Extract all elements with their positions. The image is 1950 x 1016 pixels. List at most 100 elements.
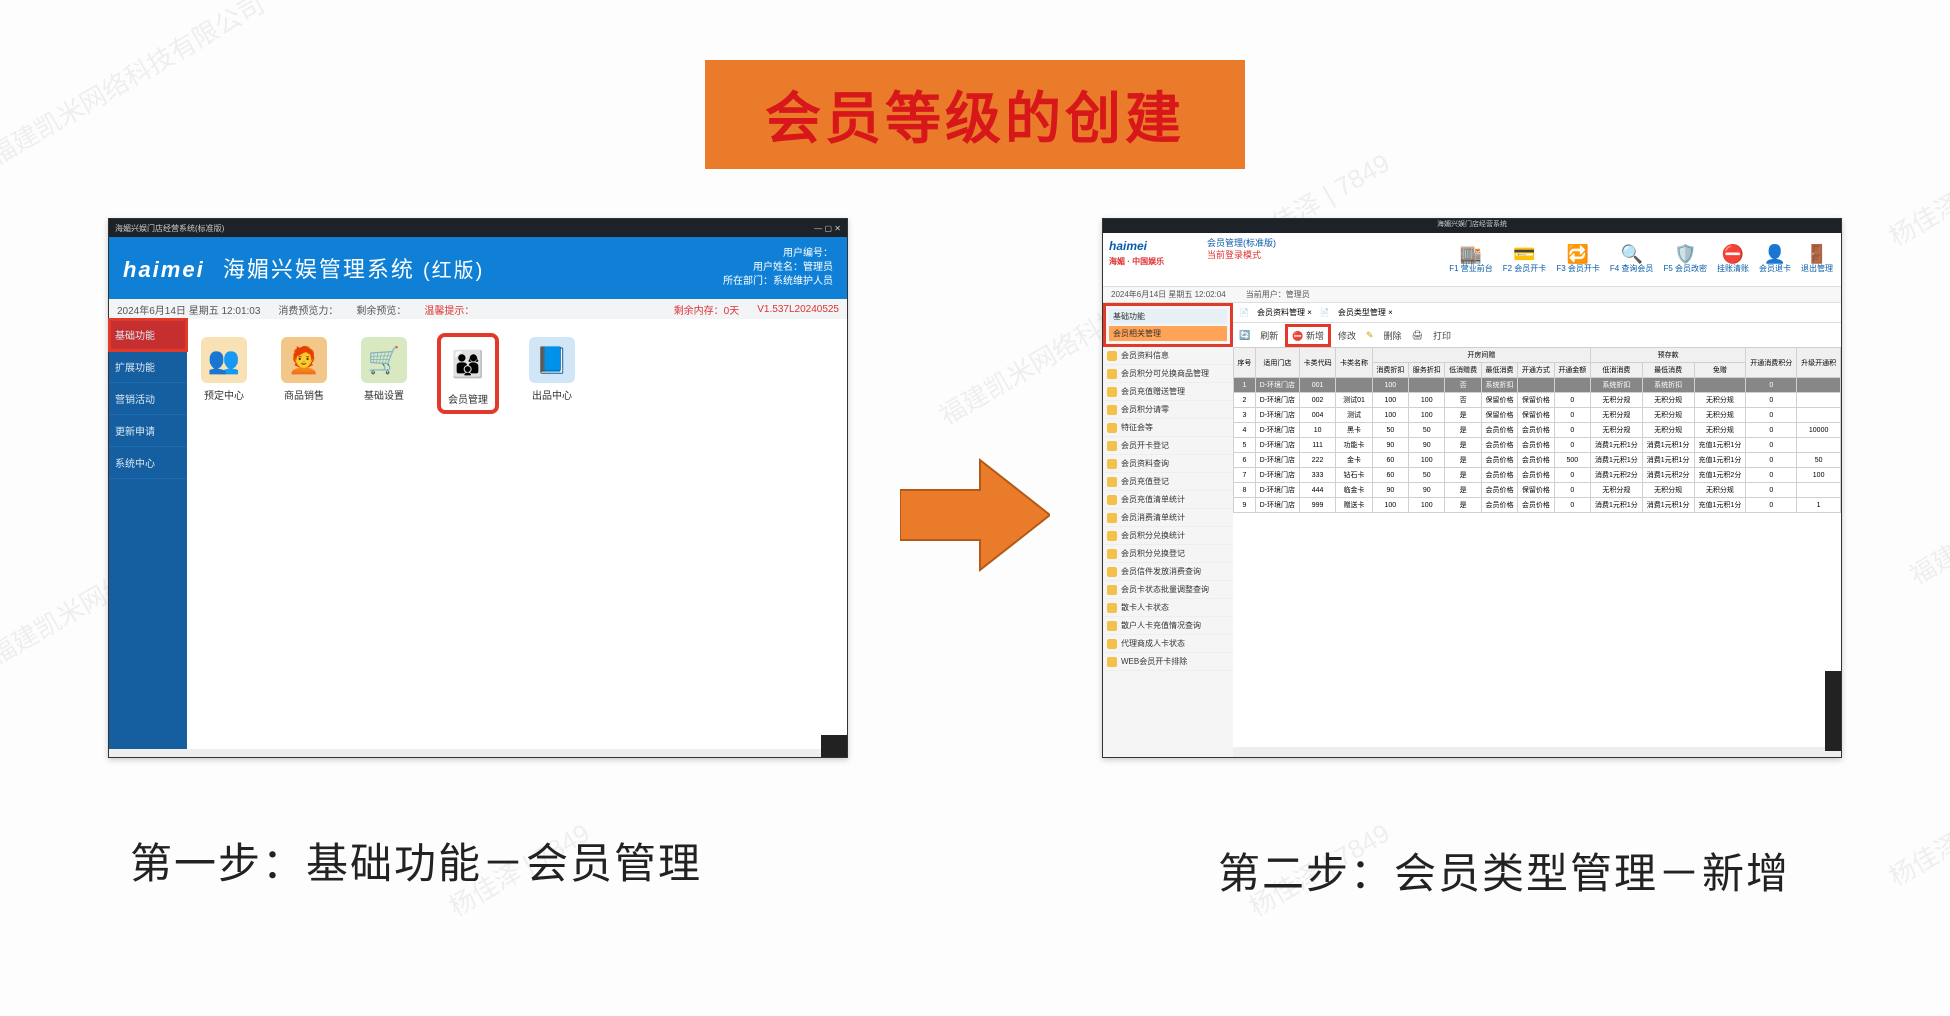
sidebar-item[interactable]: 特征会等 [1103, 419, 1233, 437]
table-row[interactable]: 4D-环境门店10黑卡5050是会员价格会员价格0无积分规无积分规无积分规010… [1234, 423, 1841, 438]
toolbar-button[interactable]: 🚪退出管理 [1801, 245, 1833, 274]
member-type-table[interactable]: 序号适用门店卡类代码卡类名称开房间赠预存款开通消费积分升级开通积消费折扣服务折扣… [1233, 347, 1841, 513]
table-row[interactable]: 3D-环境门店004测试100100是保留价格保留价格0无积分规无积分规无积分规… [1234, 408, 1841, 423]
brand-logo: haimei 海媚 · 中国娱乐 [1103, 233, 1203, 286]
scrollbar-handle[interactable] [1825, 671, 1841, 751]
sidebar-item-extend[interactable]: 扩展功能 [109, 351, 187, 383]
sidebar-group-basic[interactable]: 基础功能 [1109, 309, 1227, 324]
status-version: V1.537L20240525 [757, 304, 839, 315]
toolbar-button[interactable]: 🏬F1 营业前台 [1449, 245, 1493, 274]
watermark: 福建凯米网络科技有限公司 [1902, 404, 1950, 592]
sidebar-item[interactable]: 会员开卡登记 [1103, 437, 1233, 455]
toolbar-button[interactable]: ⛔挂账清账 [1717, 245, 1749, 274]
table-row[interactable]: 6D-环境门店222金卡60100是会员价格会员价格500消费1元积1分消费1元… [1234, 453, 1841, 468]
sidebar: 基础功能 扩展功能 营销活动 更新申请 系统中心 [109, 319, 187, 757]
info-line: 用户编号： [723, 247, 833, 261]
main-panel: 📄会员资料管理 × 📄会员类型管理 × 🔄刷新 ⛔ 新增 修改 ✎删除 🖨打印 … [1233, 303, 1841, 757]
sidebar-group-member[interactable]: 会员相关管理 [1109, 326, 1227, 341]
status-date: 2024年6月14日 星期五 12:01:03 [117, 302, 260, 317]
delete-button[interactable]: 删除 [1384, 329, 1402, 342]
sidebar-item[interactable]: 散卡人卡状态 [1103, 599, 1233, 617]
sidebar-item-update[interactable]: 更新申请 [109, 415, 187, 447]
sidebar-item[interactable]: 会员积分可兑换商品管理 [1103, 365, 1233, 383]
sidebar-item[interactable]: 会员资料查询 [1103, 455, 1233, 473]
table-row[interactable]: 7D-环境门店333钻石卡6050是会员价格会员价格0消费1元积2分消费1元积2… [1234, 468, 1841, 483]
app-icon-商品销售[interactable]: 🧑‍🦰商品销售 [281, 337, 327, 410]
screenshot-step1: 海媚兴娱门店经营系统(标准版) — ▢ ✕ haimei 海媚兴娱管理系统 (红… [108, 218, 848, 758]
status-memory: 剩余内存：0天 [674, 302, 740, 317]
watermark: 福建凯米网络科技有限公司 [0, 0, 270, 173]
brand-text: 海媚兴娱管理系统 [223, 257, 415, 282]
toolbar-button[interactable]: 🔍F4 查询会员 [1610, 245, 1654, 274]
table-row[interactable]: 5D-环境门店111功能卡9090是会员价格会员价格0消费1元积1分消费1元积1… [1234, 438, 1841, 453]
status-bar: 2024年6月14日 星期五 12:01:03 消费预览力： 剩余预览： 温馨提… [109, 299, 847, 319]
sidebar-item[interactable]: 代理商成人卡状态 [1103, 635, 1233, 653]
sidebar-item[interactable]: 会员信件发放消费查询 [1103, 563, 1233, 581]
refresh-button[interactable]: 刷新 [1260, 329, 1278, 342]
sidebar: 基础功能 会员相关管理 会员资料信息会员积分可兑换商品管理会员充值赠送管理会员积… [1103, 303, 1233, 757]
window-titlebar: 海媚兴娱门店经营系统 [1103, 219, 1841, 233]
toolbar: 🔄刷新 ⛔ 新增 修改 ✎删除 🖨打印 [1233, 323, 1841, 347]
sidebar-item[interactable]: 会员积分请零 [1103, 401, 1233, 419]
toolbar-button[interactable]: 🛡️F5 会员改密 [1663, 245, 1707, 274]
sidebar-item[interactable]: 会员卡状态批量调整查询 [1103, 581, 1233, 599]
scrollbar-handle[interactable] [821, 735, 847, 757]
window-controls-icon: — ▢ ✕ [814, 224, 841, 233]
watermark: 杨佳泽 | 7849 [1881, 143, 1950, 254]
table-row[interactable]: 1D-环境门店001100否系统折扣系统折扣系统折扣0 [1234, 378, 1841, 393]
top-bar: haimei 海媚 · 中国娱乐 会员管理(标准版) 当前登录模式 🏬F1 营业… [1103, 233, 1841, 287]
edit-button[interactable]: 修改 [1338, 329, 1356, 342]
breadcrumb: 会员管理(标准版) 当前登录模式 [1203, 233, 1323, 286]
new-button[interactable]: 新增 [1306, 331, 1324, 341]
brand-subtitle: 海媚 · 中国娱乐 [1109, 257, 1164, 266]
toolbar-button[interactable]: 🔁F3 会员开卡 [1556, 245, 1600, 274]
app-icon-出品中心[interactable]: 📘出品中心 [529, 337, 575, 410]
user-info: 用户编号： 用户姓名：管理员 所在部门：系统维护人员 [723, 247, 833, 289]
main-panel: 👥预定中心 🧑‍🦰商品销售 🛒基础设置 👨‍👩‍👦会员管理 📘出品中心 [187, 319, 847, 757]
sidebar-item[interactable]: WEB会员开卡排除 [1103, 653, 1233, 671]
sidebar-item[interactable]: 会员积分兑换统计 [1103, 527, 1233, 545]
window-titlebar: 海媚兴娱门店经营系统(标准版) — ▢ ✕ [109, 219, 847, 237]
status-text: 剩余预览： [356, 302, 406, 317]
slide-title: 会员等级的创建 [705, 60, 1245, 169]
brand-version: (红版) [423, 260, 484, 282]
sidebar-item-basic[interactable]: 基础功能 [109, 319, 187, 351]
status-user: 当前用户：管理员 [1246, 289, 1310, 300]
toolbar-button[interactable]: 💳F2 会员开卡 [1503, 245, 1547, 274]
print-button[interactable]: 打印 [1433, 329, 1451, 342]
arrow-icon [900, 450, 1050, 585]
new-button-highlight: ⛔ 新增 [1288, 327, 1328, 344]
tab[interactable]: 会员资料管理 × [1257, 307, 1312, 318]
sidebar-item[interactable]: 会员资料信息 [1103, 347, 1233, 365]
table-row[interactable]: 2D-环境门店002测试01100100否保留价格保留价格0无积分规无积分规无积… [1234, 393, 1841, 408]
tabs: 📄会员资料管理 × 📄会员类型管理 × [1233, 303, 1841, 323]
table-row[interactable]: 9D-环境门店999赠送卡100100是会员价格会员价格0消费1元积1分消费1元… [1234, 498, 1841, 513]
watermark: 杨佳泽 | 7849 [1881, 783, 1950, 894]
app-icon-基础设置[interactable]: 🛒基础设置 [361, 337, 407, 410]
sidebar-highlight-box: 基础功能 会员相关管理 [1106, 306, 1230, 344]
sidebar-item[interactable]: 会员充值登记 [1103, 473, 1233, 491]
sidebar-item[interactable]: 会员充值清单统计 [1103, 491, 1233, 509]
brand-logo-text: haimei [1109, 239, 1147, 253]
status-bar: 2024年6月14日 星期五 12:02:04 当前用户：管理员 [1103, 287, 1841, 303]
status-date: 2024年6月14日 星期五 12:02:04 [1111, 289, 1226, 300]
footer-bar [1233, 747, 1841, 757]
status-text: 消费预览力： [278, 302, 338, 317]
sidebar-item-marketing[interactable]: 营销活动 [109, 383, 187, 415]
screenshot-step2: 海媚兴娱门店经营系统 haimei 海媚 · 中国娱乐 会员管理(标准版) 当前… [1102, 218, 1842, 758]
sidebar-item[interactable]: 散户人卡充值情况查询 [1103, 617, 1233, 635]
tab[interactable]: 会员类型管理 × [1338, 307, 1393, 318]
toolbar-button[interactable]: 👤会员退卡 [1759, 245, 1791, 274]
table-row[interactable]: 8D-环境门店444临金卡9090是会员价格保留价格0无积分规无积分规无积分规0 [1234, 483, 1841, 498]
footer-bar [109, 749, 847, 757]
caption-step1: 第一步：基础功能－会员管理 [130, 830, 702, 891]
app-banner: haimei 海媚兴娱管理系统 (红版) 用户编号： 用户姓名：管理员 所在部门… [109, 237, 847, 299]
sidebar-item[interactable]: 会员消费清单统计 [1103, 509, 1233, 527]
sidebar-item[interactable]: 会员充值赠送管理 [1103, 383, 1233, 401]
info-line: 所在部门：系统维护人员 [723, 275, 833, 289]
app-icon-预定中心[interactable]: 👥预定中心 [201, 337, 247, 410]
sidebar-item-system[interactable]: 系统中心 [109, 447, 187, 479]
caption-step2: 第二步：会员类型管理－新增 [1218, 840, 1790, 901]
app-icon-会员管理[interactable]: 👨‍👩‍👦会员管理 [441, 337, 495, 410]
sidebar-item[interactable]: 会员积分兑换登记 [1103, 545, 1233, 563]
